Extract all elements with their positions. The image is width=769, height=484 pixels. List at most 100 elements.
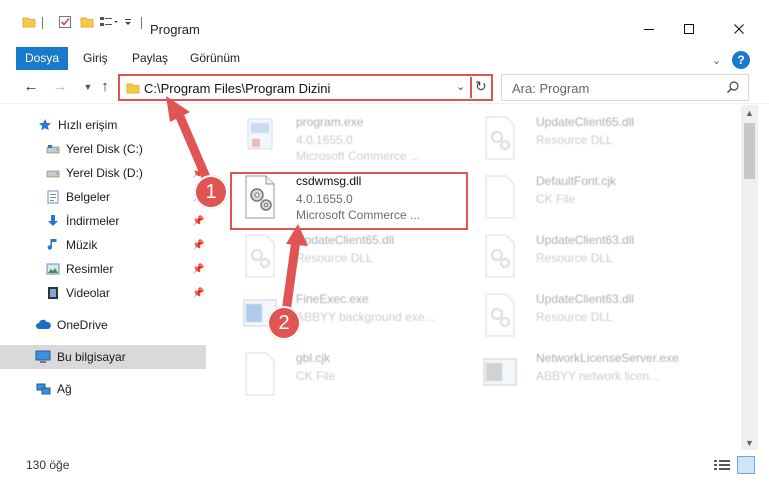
file-name: DefaultFont.cjk (536, 174, 617, 188)
sidebar-item-this-pc[interactable]: Bu bilgisayar (0, 345, 206, 369)
file-item[interactable]: program.exe 4.0.1655.0 Microsoft Commerc… (232, 109, 472, 167)
file-type: Resource DLL (296, 251, 373, 265)
file-icon (485, 175, 515, 219)
file-name: FineExec.exe (296, 292, 369, 306)
step-1-badge: 1 (194, 175, 228, 209)
dll-icon (485, 293, 515, 337)
search-box[interactable]: Ara: Program (501, 74, 749, 101)
file-name: UpdateClient63.dll (536, 292, 635, 306)
up-arrow-icon[interactable]: ↑ (96, 78, 114, 96)
file-name: NetworkLicenseServer.exe (536, 351, 679, 365)
address-divider (470, 77, 472, 98)
network-icon (35, 381, 51, 397)
address-path[interactable]: C:\Program Files\Program Dizini (144, 81, 330, 96)
file-item[interactable]: DefaultFont.cjk CK File (472, 168, 712, 226)
file-icon (245, 352, 275, 396)
file-type: CK File (536, 192, 576, 206)
help-icon[interactable]: ? (732, 51, 750, 69)
sidebar-item-resimler[interactable]: Resimler 📌 (0, 257, 206, 281)
tab-giris[interactable]: Giriş (76, 47, 115, 70)
navigation-pane: Hızlı erişim Yerel Disk (C:) Yerel Disk … (0, 105, 206, 450)
computer-icon (35, 349, 51, 365)
drive-icon (45, 141, 61, 157)
file-name: UpdateClient65.dll (296, 233, 395, 247)
pin-icon[interactable]: 📌 (192, 216, 204, 227)
sidebar-item-disk-c[interactable]: Yerel Disk (C:) (0, 137, 206, 161)
properties-check-icon[interactable] (58, 14, 72, 30)
sidebar-item-disk-d[interactable]: Yerel Disk (D:) 📌 (0, 161, 206, 185)
file-highlight-box (230, 172, 468, 230)
navigation-bar: ← → ▼ ↑ C:\Program Files\Program Dizini … (0, 72, 769, 104)
item-count: 130 öğe (26, 458, 70, 472)
properties-icon[interactable] (99, 14, 119, 30)
recent-locations-icon[interactable]: ▼ (79, 78, 97, 96)
vertical-scrollbar[interactable]: ▲ ▼ (741, 105, 758, 450)
maximize-button[interactable] (666, 14, 712, 44)
sidebar-item-belgeler[interactable]: Belgeler 📌 (0, 185, 206, 209)
scroll-thumb[interactable] (744, 123, 755, 179)
file-type: Resource DLL (536, 133, 613, 147)
expand-ribbon-icon[interactable]: ⌄ (712, 54, 721, 67)
search-placeholder[interactable]: Ara: Program (512, 81, 589, 96)
folder-icon[interactable] (22, 14, 36, 30)
sidebar-item-muzik[interactable]: Müzik 📌 (0, 233, 206, 257)
file-name: gbl.cjk (296, 351, 331, 365)
scroll-up-icon[interactable]: ▲ (745, 108, 754, 118)
back-arrow-icon[interactable]: ← (22, 78, 40, 96)
tiles-view-icon[interactable] (737, 456, 755, 474)
file-item[interactable]: UpdateClient63.dll Resource DLL (472, 286, 712, 344)
file-type: Resource DLL (536, 310, 613, 324)
sidebar-item-label: Yerel Disk (C:) (66, 142, 143, 156)
file-name: UpdateClient65.dll (536, 115, 635, 129)
drive-icon (45, 165, 61, 181)
tab-paylas[interactable]: Paylaş (125, 47, 175, 70)
close-button[interactable] (716, 14, 762, 44)
customize-toolbar-icon[interactable] (123, 14, 133, 30)
file-item[interactable]: UpdateClient63.dll Resource DLL (472, 227, 712, 285)
sidebar-item-label: Belgeler (66, 190, 111, 204)
title-bar: Program (0, 0, 769, 44)
exe-icon (247, 118, 273, 150)
file-description: ABBYY background exe... (296, 310, 435, 324)
dll-icon (485, 116, 515, 160)
tab-dosya[interactable]: Dosya (16, 47, 68, 70)
file-list: program.exe 4.0.1655.0 Microsoft Commerc… (224, 105, 739, 450)
music-icon (45, 237, 61, 253)
pin-icon[interactable]: 📌 (192, 240, 204, 251)
sidebar-item-label: Yerel Disk (D:) (66, 166, 143, 180)
pin-icon[interactable]: 📌 (192, 264, 204, 275)
file-type: Resource DLL (536, 251, 613, 265)
star-icon (37, 117, 53, 133)
file-item[interactable]: UpdateClient65.dll Resource DLL (472, 109, 712, 167)
file-company: Microsoft Commerce ... (296, 149, 421, 163)
sidebar-item-label: Hızlı erişim (58, 118, 118, 132)
pin-icon[interactable]: 📌 (192, 288, 204, 299)
sidebar-item-label: Videolar (66, 286, 110, 300)
documents-icon (45, 189, 61, 205)
sidebar-item-label: İndirmeler (66, 214, 120, 228)
tab-gorunum[interactable]: Görünüm (183, 47, 247, 70)
download-icon (45, 213, 61, 229)
sidebar-item-indirmeler[interactable]: İndirmeler 📌 (0, 209, 206, 233)
sidebar-item-quick-access[interactable]: Hızlı erişim (0, 113, 206, 137)
sidebar-item-videolar[interactable]: Videolar 📌 (0, 281, 206, 305)
sidebar-item-onedrive[interactable]: OneDrive (0, 313, 206, 337)
file-item[interactable]: NetworkLicenseServer.exe ABBYY network l… (472, 345, 712, 403)
file-description: ABBYY network licen... (536, 369, 660, 383)
file-item[interactable]: UpdateClient65.dll Resource DLL (232, 227, 472, 285)
folder-icon (126, 81, 140, 98)
new-folder-icon[interactable] (80, 14, 94, 30)
dll-icon (245, 234, 275, 278)
scroll-down-icon[interactable]: ▼ (745, 438, 754, 448)
file-item[interactable]: gbl.cjk CK File (232, 345, 472, 403)
sidebar-item-network[interactable]: Ağ (0, 377, 206, 401)
file-name: UpdateClient63.dll (536, 233, 635, 247)
forward-arrow-icon[interactable]: → (51, 78, 69, 96)
search-icon[interactable] (726, 80, 740, 97)
dll-icon (485, 234, 515, 278)
refresh-icon[interactable]: ↻ (475, 78, 487, 95)
details-view-icon[interactable] (713, 458, 731, 475)
address-bar[interactable]: C:\Program Files\Program Dizini ⌄ ↻ (118, 74, 493, 101)
chevron-down-icon[interactable]: ⌄ (456, 80, 465, 93)
sidebar-item-label: Müzik (66, 238, 98, 252)
